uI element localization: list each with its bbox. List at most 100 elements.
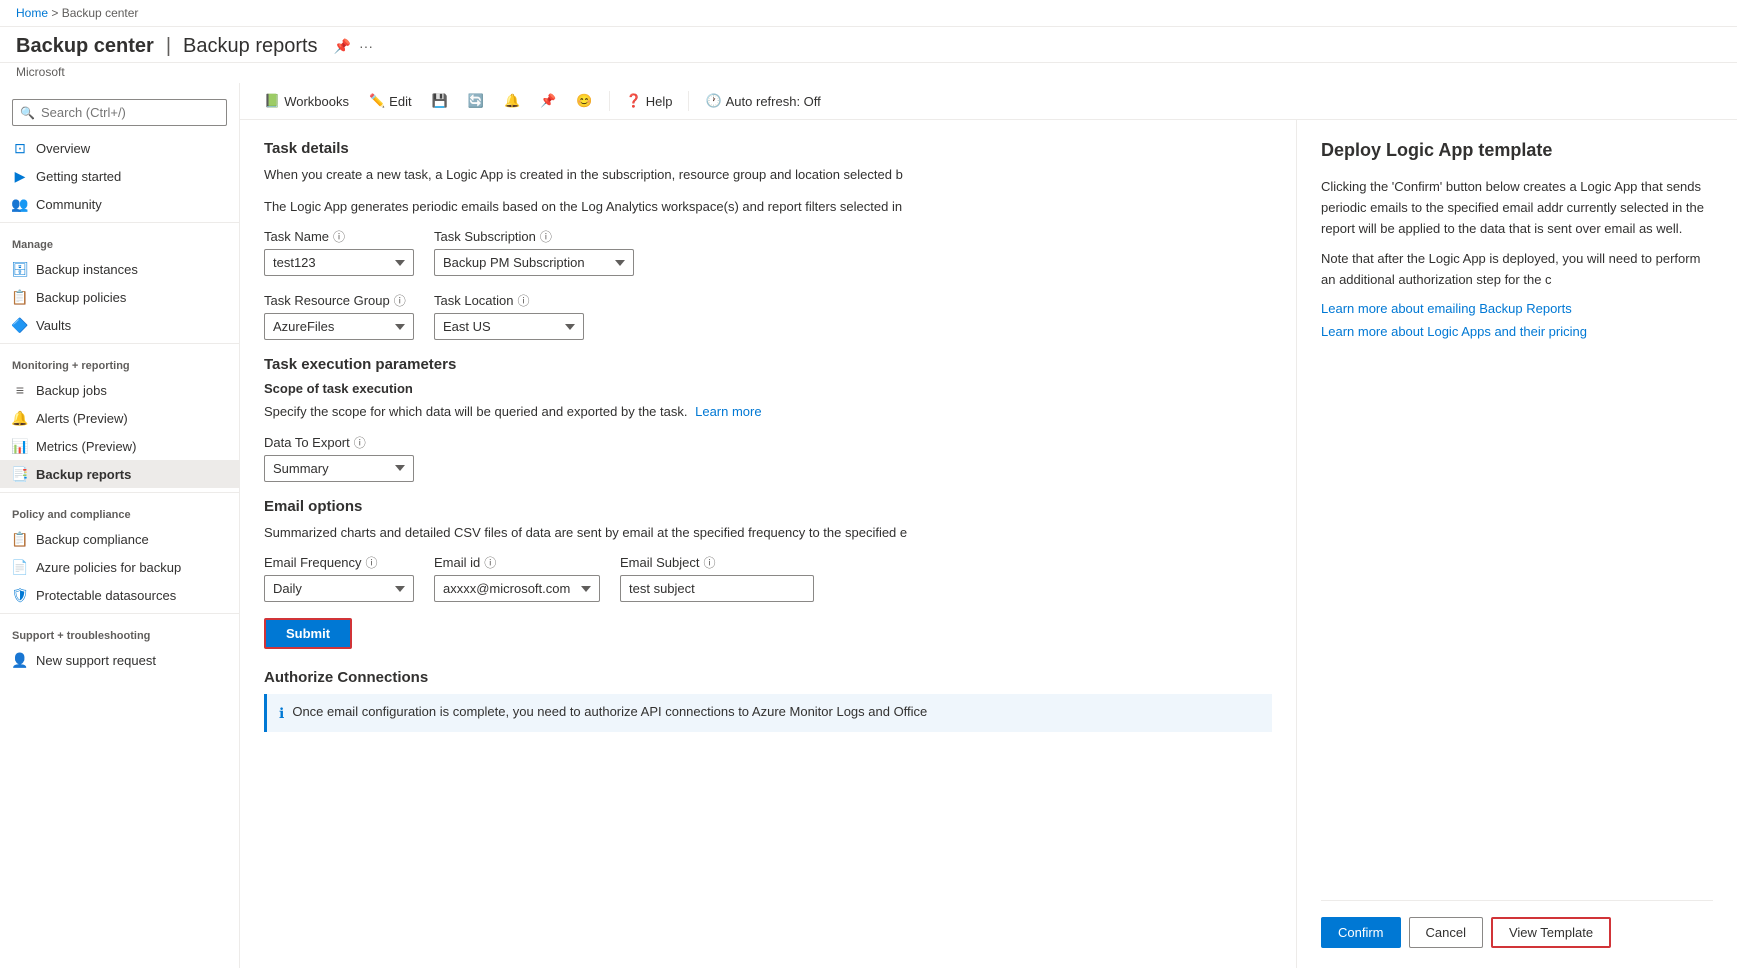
- view-template-button[interactable]: View Template: [1491, 917, 1611, 948]
- task-resource-group-group: Task Resource Group ⓘ AzureFiles: [264, 292, 414, 340]
- backup-instances-icon: 🗄: [12, 261, 28, 277]
- sidebar-item-backup-jobs[interactable]: ≡ Backup jobs: [0, 376, 239, 404]
- email-options-title: Email options: [264, 498, 1272, 515]
- task-location-label: Task Location ⓘ: [434, 292, 584, 309]
- email-id-info: ⓘ: [484, 554, 496, 571]
- save-button[interactable]: 💾: [424, 89, 456, 113]
- sidebar-item-label: Metrics (Preview): [36, 439, 136, 454]
- edit-button[interactable]: ✏️ Edit: [361, 89, 420, 113]
- alerts-button[interactable]: 🔔: [496, 89, 528, 113]
- sidebar-item-metrics[interactable]: 📊 Metrics (Preview): [0, 432, 239, 460]
- page-subtitle: Microsoft: [0, 63, 1737, 83]
- task-rg-location-row: Task Resource Group ⓘ AzureFiles Task Lo…: [264, 292, 1272, 340]
- refresh-icon: 🔄: [468, 93, 484, 109]
- page-title-main: Backup center: [16, 35, 154, 58]
- sidebar-item-label: Azure policies for backup: [36, 560, 181, 575]
- email-frequency-label: Email Frequency ⓘ: [264, 554, 414, 571]
- data-export-select[interactable]: Summary: [264, 455, 414, 482]
- sidebar-item-label: Getting started: [36, 169, 121, 184]
- autorefresh-button[interactable]: 🕐 Auto refresh: Off: [697, 89, 828, 113]
- task-details-desc1: When you create a new task, a Logic App …: [264, 165, 1272, 185]
- data-export-group: Data To Export ⓘ Summary: [264, 434, 414, 482]
- sidebar-item-protectable[interactable]: 🛡 Protectable datasources: [0, 581, 239, 609]
- breadcrumb-home[interactable]: Home: [16, 6, 48, 20]
- email-frequency-select[interactable]: Daily: [264, 575, 414, 602]
- search-container: 🔍: [12, 99, 227, 126]
- sidebar-item-backup-reports[interactable]: 📑 Backup reports: [0, 460, 239, 488]
- sidebar-item-label: Vaults: [36, 318, 71, 333]
- page-header: Backup center | Backup reports 📌 ···: [0, 27, 1737, 63]
- email-subject-label: Email Subject ⓘ: [620, 554, 814, 571]
- backup-jobs-icon: ≡: [12, 382, 28, 398]
- azure-policies-icon: 📄: [12, 559, 28, 575]
- email-subject-group: Email Subject ⓘ: [620, 554, 814, 602]
- learn-more-logic-apps-link[interactable]: Learn more about Logic Apps and their pr…: [1321, 324, 1713, 339]
- more-icon[interactable]: ···: [359, 38, 373, 55]
- sidebar-item-label: Alerts (Preview): [36, 411, 128, 426]
- scope-title: Scope of task execution: [264, 381, 1272, 396]
- sidebar-item-new-support[interactable]: 👤 New support request: [0, 646, 239, 674]
- overview-icon: ⊡: [12, 140, 28, 156]
- refresh-button[interactable]: 🔄: [460, 89, 492, 113]
- pin-button[interactable]: 📌: [532, 89, 564, 113]
- task-subscription-label: Task Subscription ⓘ: [434, 228, 634, 245]
- sidebar-item-label: Protectable datasources: [36, 588, 176, 603]
- email-id-group: Email id ⓘ axxxx@microsoft.com: [434, 554, 600, 602]
- email-frequency-info: ⓘ: [366, 554, 378, 571]
- workbooks-label: Workbooks: [284, 94, 349, 109]
- task-location-select[interactable]: East US: [434, 313, 584, 340]
- scope-learn-more-link[interactable]: Learn more: [695, 404, 761, 419]
- execution-title: Task execution parameters: [264, 356, 1272, 373]
- task-details-title: Task details: [264, 140, 1272, 157]
- alerts-icon: 🔔: [12, 410, 28, 426]
- sidebar-item-azure-policies[interactable]: 📄 Azure policies for backup: [0, 553, 239, 581]
- backup-reports-icon: 📑: [12, 466, 28, 482]
- submit-button[interactable]: Submit: [264, 618, 352, 649]
- help-label: Help: [646, 94, 673, 109]
- page-title-sub: Backup reports: [183, 35, 318, 58]
- task-rg-label: Task Resource Group ⓘ: [264, 292, 414, 309]
- alerts-icon: 🔔: [504, 93, 520, 109]
- breadcrumb-separator: >: [51, 6, 61, 20]
- task-name-select[interactable]: test123: [264, 249, 414, 276]
- toolbar-separator-2: [688, 91, 689, 111]
- edit-label: Edit: [389, 94, 411, 109]
- confirm-button[interactable]: Confirm: [1321, 917, 1401, 948]
- sidebar-item-label: Backup jobs: [36, 383, 107, 398]
- help-button[interactable]: ❓ Help: [618, 89, 681, 113]
- authorize-title: Authorize Connections: [264, 669, 1272, 686]
- cancel-button[interactable]: Cancel: [1409, 917, 1483, 948]
- emoji-button[interactable]: 😊: [568, 89, 600, 113]
- new-support-icon: 👤: [12, 652, 28, 668]
- email-subject-input[interactable]: [620, 575, 814, 602]
- sidebar-item-getting-started[interactable]: ▶ Getting started: [0, 162, 239, 190]
- protectable-icon: 🛡: [12, 587, 28, 603]
- task-name-subscription-row: Task Name ⓘ test123 Task Subscription ⓘ: [264, 228, 1272, 276]
- sidebar-item-backup-compliance[interactable]: 📋 Backup compliance: [0, 525, 239, 553]
- data-export-row: Data To Export ⓘ Summary: [264, 434, 1272, 482]
- email-id-select[interactable]: axxxx@microsoft.com: [434, 575, 600, 602]
- pin-icon: 📌: [540, 93, 556, 109]
- workbooks-button[interactable]: 📗 Workbooks: [256, 89, 357, 113]
- sidebar-item-backup-policies[interactable]: 📋 Backup policies: [0, 283, 239, 311]
- email-subject-info: ⓘ: [703, 554, 715, 571]
- learn-more-backup-reports-link[interactable]: Learn more about emailing Backup Reports: [1321, 301, 1713, 316]
- task-subscription-select[interactable]: Backup PM Subscription: [434, 249, 634, 276]
- backup-policies-icon: 📋: [12, 289, 28, 305]
- task-resource-group-select[interactable]: AzureFiles: [264, 313, 414, 340]
- email-options-row: Email Frequency ⓘ Daily Email id ⓘ: [264, 554, 1272, 602]
- content-area: Task details When you create a new task,…: [240, 120, 1737, 968]
- clock-icon: 🕐: [705, 93, 721, 109]
- search-input[interactable]: [12, 99, 227, 126]
- sidebar-item-overview[interactable]: ⊡ Overview: [0, 134, 239, 162]
- community-icon: 👥: [12, 196, 28, 212]
- pin-icon[interactable]: 📌: [334, 38, 351, 55]
- sidebar-item-vaults[interactable]: 🔷 Vaults: [0, 311, 239, 339]
- authorize-desc: Once email configuration is complete, yo…: [292, 704, 927, 719]
- sidebar-item-alerts[interactable]: 🔔 Alerts (Preview): [0, 404, 239, 432]
- sidebar-item-label: Backup policies: [36, 290, 126, 305]
- search-icon: 🔍: [20, 106, 35, 120]
- sidebar-item-backup-instances[interactable]: 🗄 Backup instances: [0, 255, 239, 283]
- sidebar-item-community[interactable]: 👥 Community: [0, 190, 239, 218]
- workbooks-icon: 📗: [264, 93, 280, 109]
